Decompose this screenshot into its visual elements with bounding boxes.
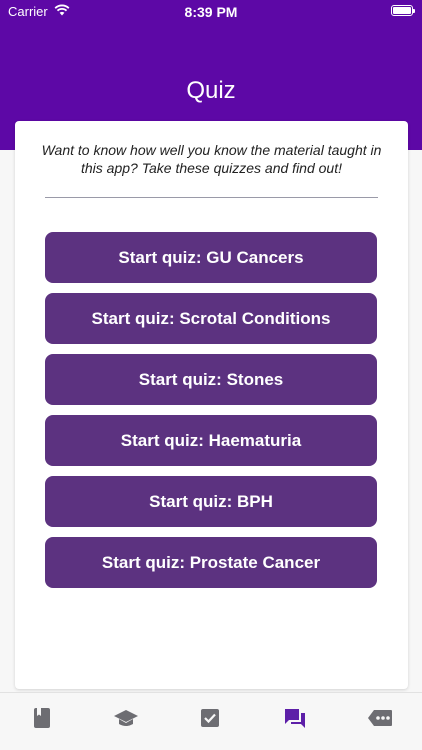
quiz-card: Want to know how well you know the mater…: [15, 121, 408, 689]
chat-icon: [283, 707, 307, 734]
tab-bar: [0, 692, 422, 750]
start-quiz-haematuria-button[interactable]: Start quiz: Haematuria: [45, 415, 377, 466]
battery-icon: [391, 5, 415, 16]
graduation-cap-icon: [113, 708, 139, 733]
status-time: 8:39 PM: [184, 4, 238, 20]
tab-more[interactable]: [368, 708, 392, 732]
tab-quiz[interactable]: [283, 708, 307, 732]
divider: [45, 197, 378, 198]
quiz-list: Start quiz: GU Cancers Start quiz: Scrot…: [45, 232, 377, 598]
tab-learn[interactable]: [114, 708, 138, 732]
tab-tasks[interactable]: [198, 708, 222, 732]
start-quiz-stones-button[interactable]: Start quiz: Stones: [45, 354, 377, 405]
book-icon: [33, 707, 51, 734]
start-quiz-gu-cancers-button[interactable]: Start quiz: GU Cancers: [45, 232, 377, 283]
start-quiz-prostate-cancer-button[interactable]: Start quiz: Prostate Cancer: [45, 537, 377, 588]
status-bar: Carrier 8:39 PM: [0, 0, 422, 22]
page-title: Quiz: [186, 77, 236, 104]
checkbox-icon: [200, 708, 220, 733]
tab-book[interactable]: [30, 707, 54, 734]
more-tag-icon: [367, 709, 393, 732]
start-quiz-bph-button[interactable]: Start quiz: BPH: [45, 476, 377, 527]
start-quiz-scrotal-conditions-button[interactable]: Start quiz: Scrotal Conditions: [45, 293, 377, 344]
intro-text: Want to know how well you know the mater…: [41, 142, 382, 176]
